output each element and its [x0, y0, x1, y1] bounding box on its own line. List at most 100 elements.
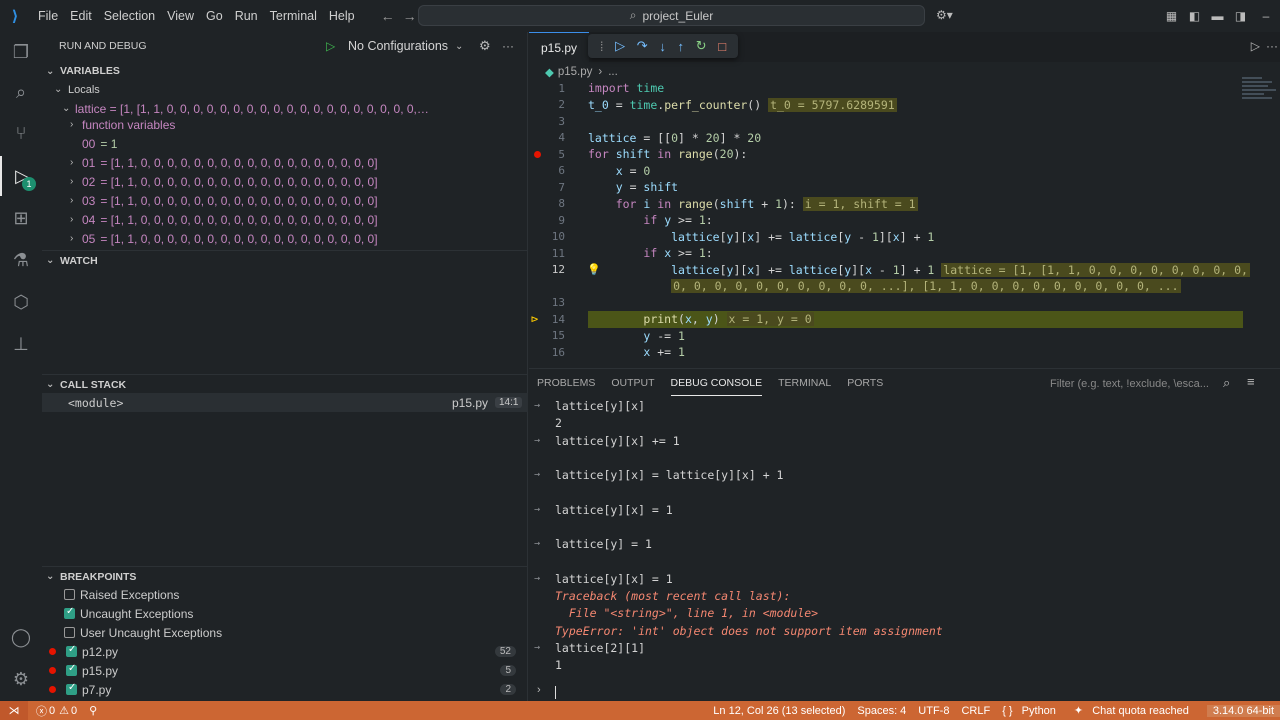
- tab-p15[interactable]: p15.py: [529, 32, 590, 62]
- menu-file[interactable]: File: [32, 0, 64, 32]
- warning-count[interactable]: 0: [71, 705, 77, 717]
- menu-edit[interactable]: Edit: [64, 0, 98, 32]
- search-icon[interactable]: ⌕: [1223, 375, 1230, 391]
- call-stack-frame[interactable]: <module> p15.py 14:1: [42, 393, 528, 412]
- remote-indicator-icon[interactable]: ⋊: [0, 701, 28, 720]
- language-mode[interactable]: { } Python: [1002, 705, 1062, 717]
- cursor-position[interactable]: Ln 12, Col 26 (13 selected): [713, 705, 845, 717]
- menu-terminal[interactable]: Terminal: [264, 0, 323, 32]
- debug-status-icon[interactable]: ⚲: [89, 704, 97, 717]
- checkbox[interactable]: [64, 627, 75, 638]
- extensions-icon[interactable]: ⊞: [0, 198, 42, 238]
- restart-icon[interactable]: ↻: [696, 38, 707, 54]
- tab-debug-console[interactable]: DEBUG CONSOLE: [670, 371, 763, 396]
- checkbox[interactable]: [64, 606, 75, 619]
- code-line[interactable]: 16 x += 1: [529, 344, 1280, 361]
- code-line[interactable]: 13: [529, 295, 1280, 312]
- code-line[interactable]: 6 x = 0: [529, 163, 1280, 180]
- code-line[interactable]: 7 y = shift: [529, 179, 1280, 196]
- bp-user-uncaught-exceptions[interactable]: User Uncaught Exceptions: [42, 623, 528, 642]
- source-control-icon[interactable]: ⑂: [0, 113, 42, 153]
- remote-explorer-icon[interactable]: ⬡: [0, 282, 42, 322]
- customize-layout-icon[interactable]: ▦: [1160, 9, 1183, 23]
- code-line-current[interactable]: ⊳ 14 print(x, y) x = 1, y = 0: [529, 311, 1280, 328]
- checkbox[interactable]: [66, 682, 77, 695]
- menu-go[interactable]: Go: [200, 0, 229, 32]
- variable-row[interactable]: › 01 = [1, 1, 0, 0, 0, 0, 0, 0, 0, 0, 0,…: [42, 153, 528, 172]
- indentation[interactable]: Spaces: 4: [857, 705, 906, 717]
- explorer-icon[interactable]: ❐: [0, 32, 42, 72]
- variable-row[interactable]: 00 = 1: [42, 134, 528, 153]
- console-input[interactable]: ›: [529, 683, 1280, 701]
- copilot-icon[interactable]: ⚙▾: [936, 8, 953, 22]
- drag-handle-icon[interactable]: ⁞: [600, 39, 604, 54]
- console-filter-input[interactable]: Filter (e.g. text, !exclude, \esca...: [1046, 374, 1226, 394]
- bp-uncaught-exceptions[interactable]: Uncaught Exceptions: [42, 604, 528, 623]
- search-activity-icon[interactable]: ⌕: [0, 72, 42, 112]
- bp-file-p7[interactable]: p7.py 2: [42, 680, 528, 699]
- tab-terminal[interactable]: TERMINAL: [778, 371, 831, 395]
- python-interpreter[interactable]: 3.14.0 64-bit: [1206, 704, 1280, 717]
- command-center-search[interactable]: ⌕ project_Euler: [418, 5, 925, 26]
- code-line[interactable]: 3: [529, 113, 1280, 130]
- code-line[interactable]: 11 if x >= 1:: [529, 245, 1280, 262]
- tab-problems[interactable]: PROBLEMS: [537, 371, 595, 395]
- step-out-icon[interactable]: ↑: [678, 39, 685, 54]
- clear-console-icon[interactable]: ≡: [1247, 374, 1255, 389]
- menu-view[interactable]: View: [161, 0, 200, 32]
- line-ending[interactable]: CRLF: [961, 705, 990, 717]
- back-arrow-icon[interactable]: ←: [377, 8, 399, 24]
- variable-row[interactable]: › 03 = [1, 1, 0, 0, 0, 0, 0, 0, 0, 0, 0,…: [42, 191, 528, 210]
- tab-output[interactable]: OUTPUT: [611, 371, 654, 395]
- gear-icon[interactable]: ⚙: [479, 38, 491, 54]
- bp-file-p15[interactable]: p15.py 5: [42, 661, 528, 680]
- watch-header[interactable]: ⌄ WATCH: [42, 250, 528, 270]
- checkbox[interactable]: [64, 589, 75, 600]
- stop-icon[interactable]: □: [718, 39, 726, 54]
- chat-status[interactable]: ✦ Chat quota reached: [1074, 704, 1195, 717]
- checkbox[interactable]: [66, 663, 77, 676]
- code-line[interactable]: 8 for i in range(shift + 1): i = 1, shif…: [529, 196, 1280, 213]
- step-into-icon[interactable]: ↓: [659, 39, 666, 54]
- code-line[interactable]: 2 t_0 = time.perf_counter() t_0 = 5797.6…: [529, 97, 1280, 114]
- run-debug-icon[interactable]: ▷: [0, 156, 42, 196]
- bp-raised-exceptions[interactable]: Raised Exceptions: [42, 585, 528, 604]
- menu-help[interactable]: Help: [323, 0, 361, 32]
- breadcrumb-more[interactable]: ...: [608, 66, 618, 78]
- warning-icon[interactable]: ⚠: [59, 704, 69, 717]
- code-line[interactable]: 1 import time: [529, 80, 1280, 97]
- toggle-secondary-sidebar-icon[interactable]: ◨: [1229, 9, 1252, 23]
- variable-row[interactable]: › 05 = [1, 1, 0, 0, 0, 0, 0, 0, 0, 0, 0,…: [42, 229, 528, 248]
- breakpoints-header[interactable]: ⌄ BREAKPOINTS: [42, 566, 528, 586]
- testing-icon[interactable]: ⚗: [0, 240, 42, 280]
- variable-row[interactable]: › 04 = [1, 1, 0, 0, 0, 0, 0, 0, 0, 0, 0,…: [42, 210, 528, 229]
- code-line[interactable]: 10 lattice[y][x] += lattice[y - 1][x] + …: [529, 229, 1280, 246]
- start-debugging-icon[interactable]: ▷: [326, 39, 335, 53]
- code-line[interactable]: 💡 12 lattice[y][x] += lattice[y][x - 1] …: [529, 262, 1280, 279]
- code-line[interactable]: 9 if y >= 1:: [529, 212, 1280, 229]
- code-line[interactable]: 15 y -= 1: [529, 328, 1280, 345]
- function-variables[interactable]: › function variables: [42, 115, 528, 134]
- error-count[interactable]: 0: [49, 705, 55, 717]
- bp-file-p12[interactable]: p12.py 52: [42, 642, 528, 661]
- settings-gear-icon[interactable]: ⚙: [0, 659, 42, 699]
- menu-run[interactable]: Run: [229, 0, 264, 32]
- more-actions-icon[interactable]: ···: [1266, 39, 1278, 53]
- code-line[interactable]: 4 lattice = [[0] * 20] * 20: [529, 130, 1280, 147]
- minimap[interactable]: [1242, 77, 1278, 117]
- accounts-icon[interactable]: ◯: [0, 617, 42, 657]
- tab-ports[interactable]: PORTS: [847, 371, 883, 395]
- toggle-sidebar-icon[interactable]: ◧: [1183, 9, 1206, 23]
- more-actions-icon[interactable]: ···: [502, 39, 514, 53]
- config-select[interactable]: No Configurations: [348, 39, 448, 53]
- menu-selection[interactable]: Selection: [98, 0, 161, 32]
- call-stack-header[interactable]: ⌄ CALL STACK: [42, 374, 528, 394]
- continue-icon[interactable]: ▷: [615, 38, 625, 54]
- toggle-panel-icon[interactable]: ▬: [1206, 9, 1229, 23]
- run-file-icon[interactable]: ▷: [1251, 39, 1260, 53]
- encoding[interactable]: UTF-8: [918, 705, 949, 717]
- variable-row[interactable]: › 02 = [1, 1, 0, 0, 0, 0, 0, 0, 0, 0, 0,…: [42, 172, 528, 191]
- locals-scope[interactable]: ⌄ Locals: [42, 80, 528, 99]
- chevron-down-icon[interactable]: ⌄: [455, 41, 463, 52]
- ports-icon[interactable]: ⊥: [0, 324, 42, 364]
